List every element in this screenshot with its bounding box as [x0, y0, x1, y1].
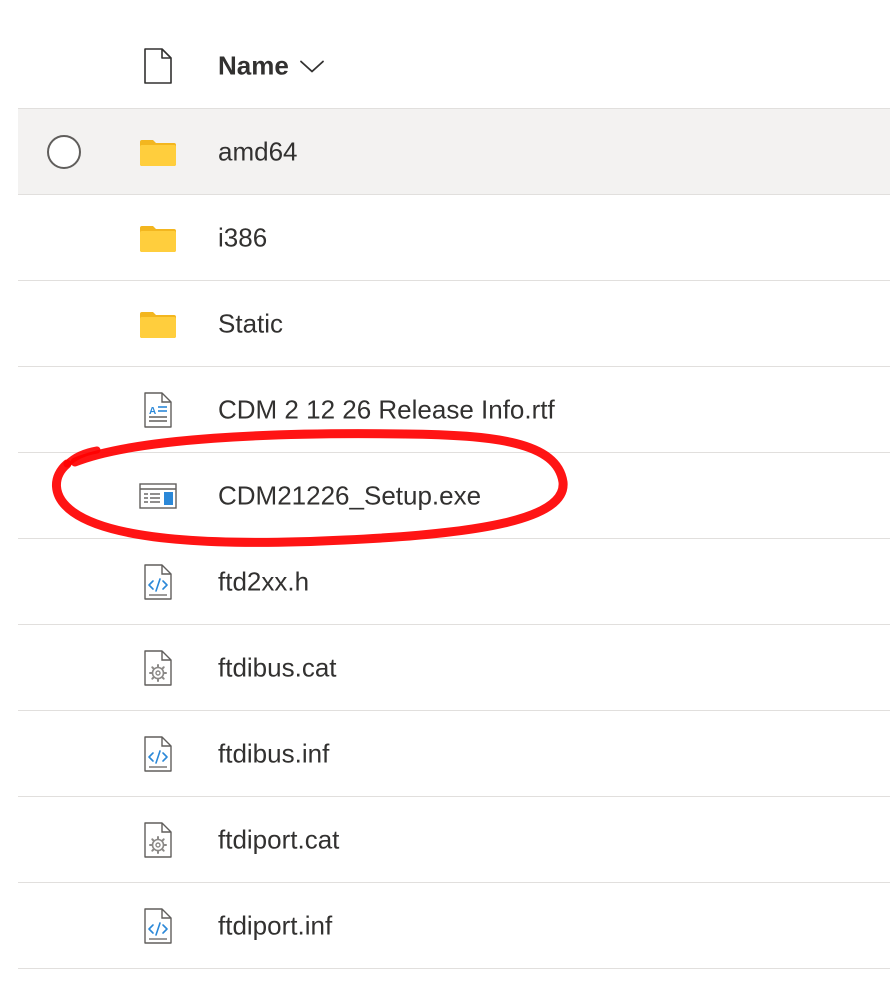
file-name-link[interactable]: ftd2xx.h — [218, 566, 309, 597]
settings-file-icon — [136, 648, 180, 688]
file-name-link[interactable]: CDM21226_Setup.exe — [218, 480, 481, 511]
column-header-row: Name — [18, 24, 890, 109]
code-file-icon — [136, 734, 180, 774]
file-name-link[interactable]: ftdibus.cat — [218, 652, 337, 683]
file-list-page: Name amd64 i386 Static A CDM 2 12 26 Rel… — [0, 0, 890, 984]
file-name-link[interactable]: ftdibus.inf — [218, 738, 329, 769]
file-row[interactable]: ftdiport.cat — [18, 797, 890, 883]
file-row[interactable]: Static — [18, 281, 890, 367]
file-name-link[interactable]: i386 — [218, 222, 267, 253]
file-row[interactable]: ftd2xx.h — [18, 539, 890, 625]
file-row[interactable]: ftdibus.cat — [18, 625, 890, 711]
file-type-column-header[interactable] — [136, 46, 180, 86]
file-name-link[interactable]: ftdiport.inf — [218, 910, 332, 941]
rtf-document-icon: A — [136, 390, 180, 430]
file-name-link[interactable]: CDM 2 12 26 Release Info.rtf — [218, 394, 555, 425]
file-rows: amd64 i386 Static A CDM 2 12 26 Release … — [18, 109, 890, 969]
executable-icon — [136, 476, 180, 516]
folder-icon — [136, 218, 180, 258]
chevron-down-icon[interactable] — [299, 58, 325, 74]
code-file-icon — [136, 906, 180, 946]
name-column-header[interactable]: Name — [218, 51, 325, 82]
file-row[interactable]: ftdiport.inf — [18, 883, 890, 969]
file-name-link[interactable]: Static — [218, 308, 283, 339]
file-name-link[interactable]: ftdiport.cat — [218, 824, 339, 855]
code-file-icon — [136, 562, 180, 602]
file-row[interactable]: amd64 — [18, 109, 890, 195]
settings-file-icon — [136, 820, 180, 860]
document-icon — [144, 48, 172, 84]
svg-text:A: A — [149, 406, 156, 417]
file-row[interactable]: ftdibus.inf — [18, 711, 890, 797]
file-name-link[interactable]: amd64 — [218, 136, 298, 167]
name-column-label: Name — [218, 50, 289, 81]
file-list: Name amd64 i386 Static A CDM 2 12 26 Rel… — [18, 24, 890, 969]
folder-icon — [136, 304, 180, 344]
select-row-checkbox[interactable] — [47, 134, 81, 169]
file-row[interactable]: CDM21226_Setup.exe — [18, 453, 890, 539]
folder-icon — [136, 132, 180, 172]
file-row[interactable]: i386 — [18, 195, 890, 281]
file-row[interactable]: A CDM 2 12 26 Release Info.rtf — [18, 367, 890, 453]
